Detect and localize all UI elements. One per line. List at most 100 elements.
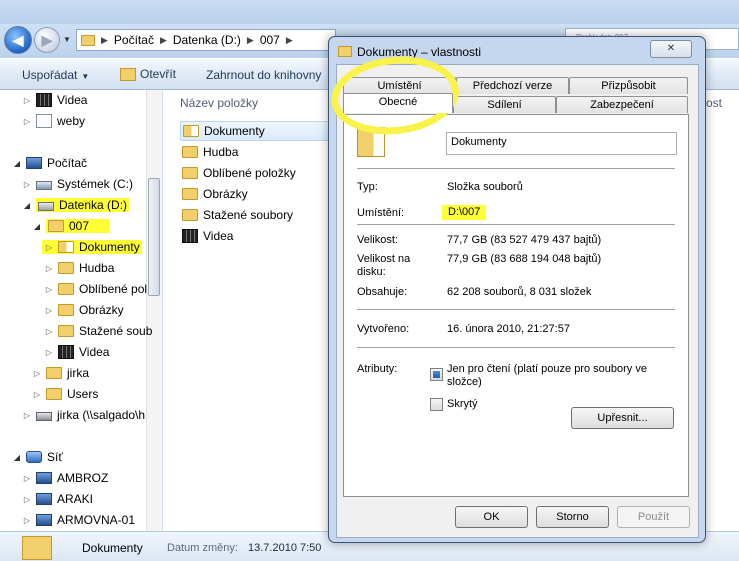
nav-item-sit[interactable]: ◢ Síť: [12, 447, 63, 467]
contains-value: 62 208 souborů, 8 031 složek: [447, 286, 592, 298]
expand-arrow-icon[interactable]: ▷: [22, 117, 32, 126]
expand-arrow-icon[interactable]: ▷: [22, 495, 32, 504]
drive-icon: [38, 202, 54, 211]
nav-item-ambroz[interactable]: ▷ AMBROZ: [22, 468, 108, 488]
readonly-checkbox-label: Jen pro čtení (platí pouze pro soubory v…: [447, 363, 647, 388]
collapse-arrow-icon[interactable]: ◢: [22, 201, 32, 210]
nav-item-weby[interactable]: ▷ weby: [22, 111, 85, 131]
pictures-folder-icon: [182, 188, 198, 200]
nav-item-label: ARMOVNA-01: [57, 513, 136, 527]
tab-prizpusobit[interactable]: Přizpůsobit: [569, 77, 688, 94]
file-name: Oblíbené položky: [203, 166, 296, 180]
folder-icon: [46, 388, 62, 400]
nav-item-dokumenty[interactable]: ▷ Dokumenty: [42, 237, 142, 257]
hidden-checkbox[interactable]: [430, 398, 443, 411]
nav-item-label: Stažené soub: [79, 324, 153, 338]
folder-icon: [81, 34, 95, 46]
folder-name-field[interactable]: Dokumenty: [446, 132, 677, 155]
nav-item-users[interactable]: ▷ Users: [32, 384, 98, 404]
general-tab-panel: [343, 114, 689, 497]
advanced-button[interactable]: Upřesnit...: [571, 407, 674, 429]
breadcrumb-item[interactable]: Počítač: [114, 33, 154, 47]
readonly-checkbox[interactable]: [430, 368, 443, 381]
breadcrumb-item[interactable]: Datenka (D:): [173, 33, 241, 47]
expand-arrow-icon[interactable]: ▷: [44, 285, 54, 294]
chevron-right-icon[interactable]: ▶: [247, 35, 254, 46]
nav-item-systemek[interactable]: ▷ Systémek (C:): [22, 174, 133, 194]
forward-button[interactable]: ▶: [34, 27, 60, 53]
nav-item-videa-2[interactable]: ▷ Videa: [44, 342, 109, 362]
nav-item-araki[interactable]: ▷ ARAKI: [22, 489, 93, 509]
file-name: Videa: [203, 229, 234, 243]
close-button[interactable]: ✕: [650, 40, 692, 58]
include-in-library-button[interactable]: Zahrnout do knihovny: [206, 68, 321, 82]
tab-sdileni[interactable]: Sdílení: [453, 96, 556, 113]
breadcrumb-item[interactable]: 007: [260, 33, 280, 47]
nav-item-stazene[interactable]: ▷ Stažené soub: [44, 321, 152, 341]
expand-arrow-icon[interactable]: ▷: [22, 474, 32, 483]
expand-arrow-icon[interactable]: ▷: [32, 390, 42, 399]
expand-arrow-icon[interactable]: ▷: [44, 306, 54, 315]
nav-item-oblibene[interactable]: ▷ Oblíbené pol: [44, 279, 147, 299]
size-label: Velikost:: [357, 234, 398, 246]
divider: [357, 309, 675, 310]
expand-arrow-icon[interactable]: ▷: [22, 180, 32, 189]
address-bar[interactable]: ▶ Počítač ▶ Datenka (D:) ▶ 007 ▶: [76, 29, 336, 51]
music-folder-icon: [182, 146, 198, 158]
cancel-button[interactable]: Storno: [536, 506, 609, 528]
ok-button[interactable]: OK: [455, 506, 528, 528]
chevron-right-icon[interactable]: ▶: [160, 35, 167, 46]
favorites-folder-icon: [182, 167, 198, 179]
tab-zabezpeceni[interactable]: Zabezpečení: [556, 96, 688, 113]
tab-predchozi-verze[interactable]: Předchozí verze: [456, 77, 569, 94]
tab-obecne[interactable]: Obecné: [343, 93, 453, 113]
divider: [357, 224, 675, 225]
chevron-right-icon[interactable]: ▶: [101, 35, 108, 46]
nav-item-007[interactable]: ◢ 007: [32, 216, 110, 236]
column-header-partial[interactable]: ost: [706, 96, 722, 110]
collapse-arrow-icon[interactable]: ◢: [12, 453, 22, 462]
expand-arrow-icon[interactable]: ▷: [32, 369, 42, 378]
nav-item-label: Systémek (C:): [57, 177, 134, 191]
collapse-arrow-icon[interactable]: ◢: [32, 222, 42, 231]
history-dropdown-icon[interactable]: ▼: [63, 35, 71, 44]
highlight-marker: Datenka (D:): [36, 198, 130, 212]
back-button[interactable]: ◀: [4, 26, 32, 54]
expand-arrow-icon[interactable]: ▷: [44, 327, 54, 336]
system-drive-icon: [36, 181, 52, 190]
nav-item-hudba[interactable]: ▷ Hudba: [44, 258, 114, 278]
nav-item-label: Počítač: [47, 156, 88, 170]
apply-button[interactable]: Použít: [617, 506, 690, 528]
open-button[interactable]: Otevřít: [120, 67, 176, 81]
created-value: 16. února 2010, 21:27:57: [447, 323, 570, 335]
network-computer-icon: [36, 514, 52, 526]
expand-arrow-icon[interactable]: ▷: [22, 516, 32, 525]
expand-arrow-icon[interactable]: ▷: [22, 96, 32, 105]
chevron-right-icon[interactable]: ▶: [286, 35, 293, 46]
organize-button[interactable]: Uspořádat ▼: [22, 68, 89, 82]
video-icon: [182, 229, 198, 243]
nav-scrollbar[interactable]: [146, 90, 162, 531]
nav-item-videa[interactable]: ▷ Videa: [22, 90, 87, 110]
nav-item-datenka[interactable]: ◢ Datenka (D:): [22, 195, 130, 215]
file-name: Obrázky: [203, 187, 248, 201]
open-folder-icon: [120, 67, 136, 81]
details-date-label: Datum změny:: [167, 542, 238, 554]
expand-arrow-icon[interactable]: ▷: [44, 348, 54, 357]
expand-arrow-icon[interactable]: ▷: [22, 411, 32, 420]
nav-item-network-drive[interactable]: ▷ jirka (\\salgado\h: [22, 405, 145, 425]
expand-arrow-icon[interactable]: ▷: [44, 264, 54, 273]
nav-item-label: Oblíbené pol: [79, 282, 148, 296]
expand-arrow-icon[interactable]: ▷: [44, 243, 54, 252]
nav-item-armovna[interactable]: ▷ ARMOVNA-01: [22, 510, 135, 530]
collapse-arrow-icon[interactable]: ◢: [12, 159, 22, 168]
contains-label: Obsahuje:: [357, 286, 408, 298]
organize-label: Uspořádat: [22, 68, 78, 82]
nav-item-jirka[interactable]: ▷ jirka: [32, 363, 89, 383]
highlight-marker: 007: [46, 219, 110, 233]
nav-item-obrazky[interactable]: ▷ Obrázky: [44, 300, 124, 320]
nav-item-pocitac[interactable]: ◢ Počítač: [12, 153, 87, 173]
open-label: Otevřít: [140, 67, 177, 81]
column-header-name[interactable]: Název položky: [180, 96, 258, 110]
nav-scrollbar-thumb[interactable]: [148, 178, 160, 296]
